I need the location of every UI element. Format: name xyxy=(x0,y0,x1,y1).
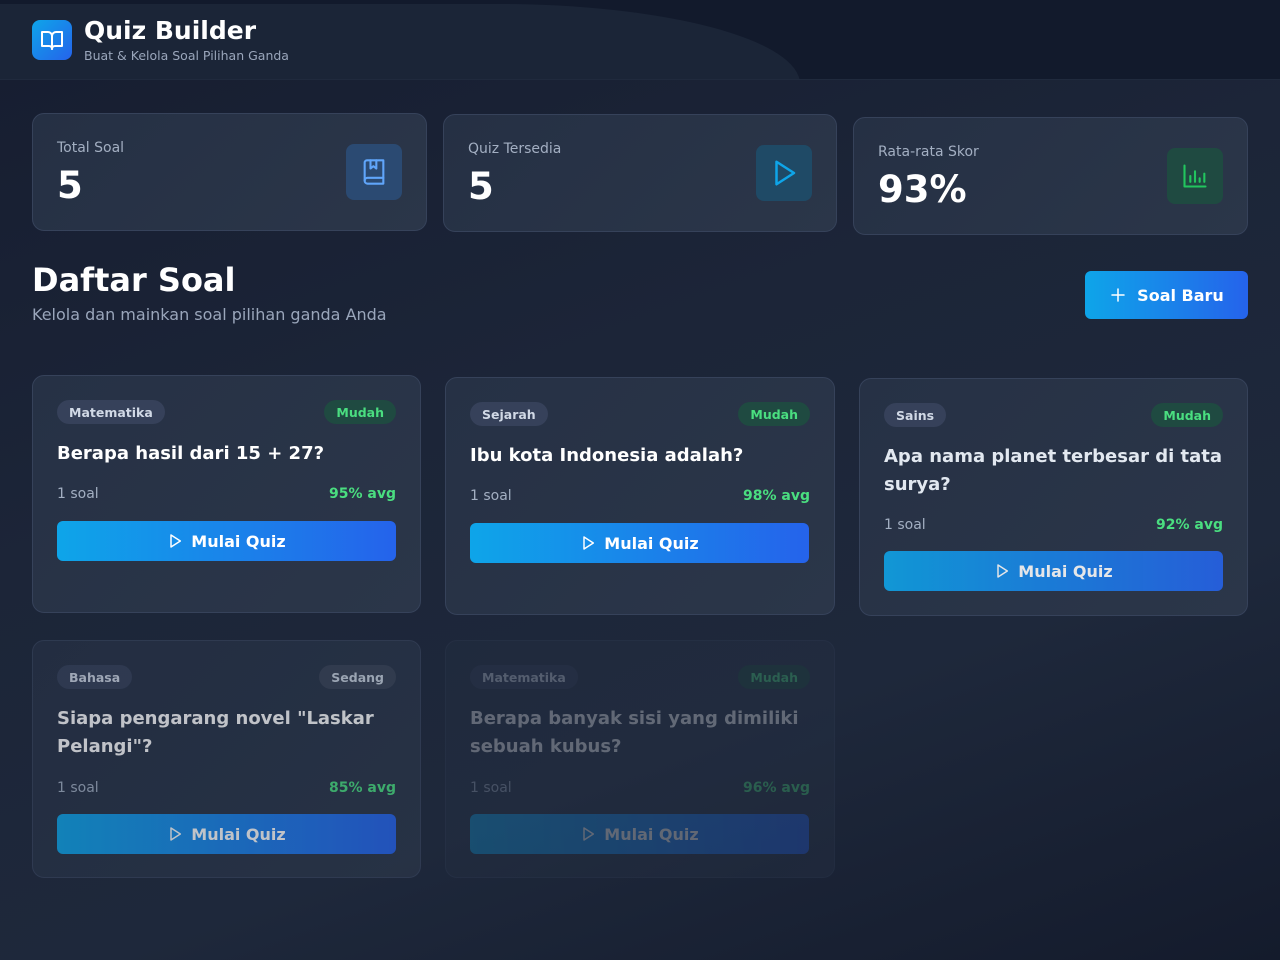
stat-card-quiz-tersedia: Quiz Tersedia 5 xyxy=(443,114,837,232)
question-count: 1 soal xyxy=(57,780,99,796)
difficulty-badge: Sedang xyxy=(319,665,396,689)
average-score: 98% avg xyxy=(743,488,810,504)
question-count: 1 soal xyxy=(57,486,99,502)
start-quiz-label: Mulai Quiz xyxy=(604,824,699,844)
stat-label: Quiz Tersedia xyxy=(468,141,562,157)
app-header: Quiz Builder Buat & Kelola Soal Pilihan … xyxy=(0,0,1280,80)
stat-card-rata-rata-skor: Rata-rata Skor 93% xyxy=(853,117,1248,235)
average-score: 92% avg xyxy=(1156,517,1223,533)
question-text: Siapa pengarang novel "Laskar Pelangi"? xyxy=(57,708,374,757)
question-count: 1 soal xyxy=(884,517,926,533)
play-icon xyxy=(583,827,595,841)
new-question-label: Soal Baru xyxy=(1137,285,1224,305)
plus-icon xyxy=(1111,288,1125,302)
stat-value: 5 xyxy=(468,165,494,208)
stat-card-total-soal: Total Soal 5 xyxy=(32,113,427,231)
category-tag: Matematika xyxy=(470,665,578,689)
app-subtitle: Buat & Kelola Soal Pilihan Ganda xyxy=(84,48,289,63)
question-count: 1 soal xyxy=(470,780,512,796)
play-icon xyxy=(583,536,595,550)
bookmark-book-icon xyxy=(363,159,385,185)
category-tag: Sejarah xyxy=(470,402,548,426)
play-icon xyxy=(997,564,1009,578)
stat-icon-box xyxy=(346,144,402,200)
start-quiz-label: Mulai Quiz xyxy=(1018,561,1113,581)
start-quiz-label: Mulai Quiz xyxy=(191,824,286,844)
average-score: 85% avg xyxy=(329,780,396,796)
question-card: Matematika Mudah Berapa hasil dari 15 + … xyxy=(32,375,421,613)
question-text: Berapa hasil dari 15 + 27? xyxy=(57,443,325,464)
start-quiz-button[interactable]: Mulai Quiz xyxy=(57,814,396,854)
difficulty-badge: Mudah xyxy=(1151,403,1223,427)
start-quiz-label: Mulai Quiz xyxy=(604,533,699,553)
start-quiz-button[interactable]: Mulai Quiz xyxy=(470,523,809,563)
play-icon xyxy=(170,534,182,548)
stat-label: Rata-rata Skor xyxy=(878,144,979,160)
new-question-button[interactable]: Soal Baru xyxy=(1085,271,1248,319)
open-book-icon xyxy=(41,31,63,50)
difficulty-badge: Mudah xyxy=(324,400,396,424)
stat-icon-box xyxy=(756,145,812,201)
stat-icon-box xyxy=(1167,148,1223,204)
question-text: Berapa banyak sisi yang dimiliki sebuah … xyxy=(470,708,799,757)
start-quiz-button[interactable]: Mulai Quiz xyxy=(57,521,396,561)
app-logo xyxy=(32,20,72,60)
start-quiz-button[interactable]: Mulai Quiz xyxy=(470,814,809,854)
bar-chart-icon xyxy=(1183,164,1207,188)
question-count: 1 soal xyxy=(470,488,512,504)
start-quiz-label: Mulai Quiz xyxy=(191,531,286,551)
play-icon xyxy=(775,160,796,186)
section-title: Daftar Soal xyxy=(32,261,236,299)
app-title: Quiz Builder xyxy=(84,16,257,45)
question-card: Matematika Mudah Berapa banyak sisi yang… xyxy=(445,640,835,878)
category-tag: Matematika xyxy=(57,400,165,424)
stat-value: 5 xyxy=(57,164,83,207)
question-card: Bahasa Sedang Siapa pengarang novel "Las… xyxy=(32,640,421,878)
play-icon xyxy=(170,827,182,841)
category-tag: Sains xyxy=(884,403,947,427)
question-text: Apa nama planet terbesar di tata surya? xyxy=(884,446,1223,495)
stat-value: 93% xyxy=(878,168,967,211)
section-subtitle: Kelola dan mainkan soal pilihan ganda An… xyxy=(32,305,387,324)
difficulty-badge: Mudah xyxy=(738,402,810,426)
average-score: 95% avg xyxy=(329,486,396,502)
average-score: 96% avg xyxy=(743,780,810,796)
question-card: Sains Mudah Apa nama planet terbesar di … xyxy=(859,378,1248,616)
question-text: Ibu kota Indonesia adalah? xyxy=(470,445,744,466)
category-tag: Bahasa xyxy=(57,665,133,689)
question-card: Sejarah Mudah Ibu kota Indonesia adalah?… xyxy=(445,377,835,615)
difficulty-badge: Mudah xyxy=(738,665,810,689)
stat-label: Total Soal xyxy=(57,140,125,156)
start-quiz-button[interactable]: Mulai Quiz xyxy=(884,551,1223,591)
